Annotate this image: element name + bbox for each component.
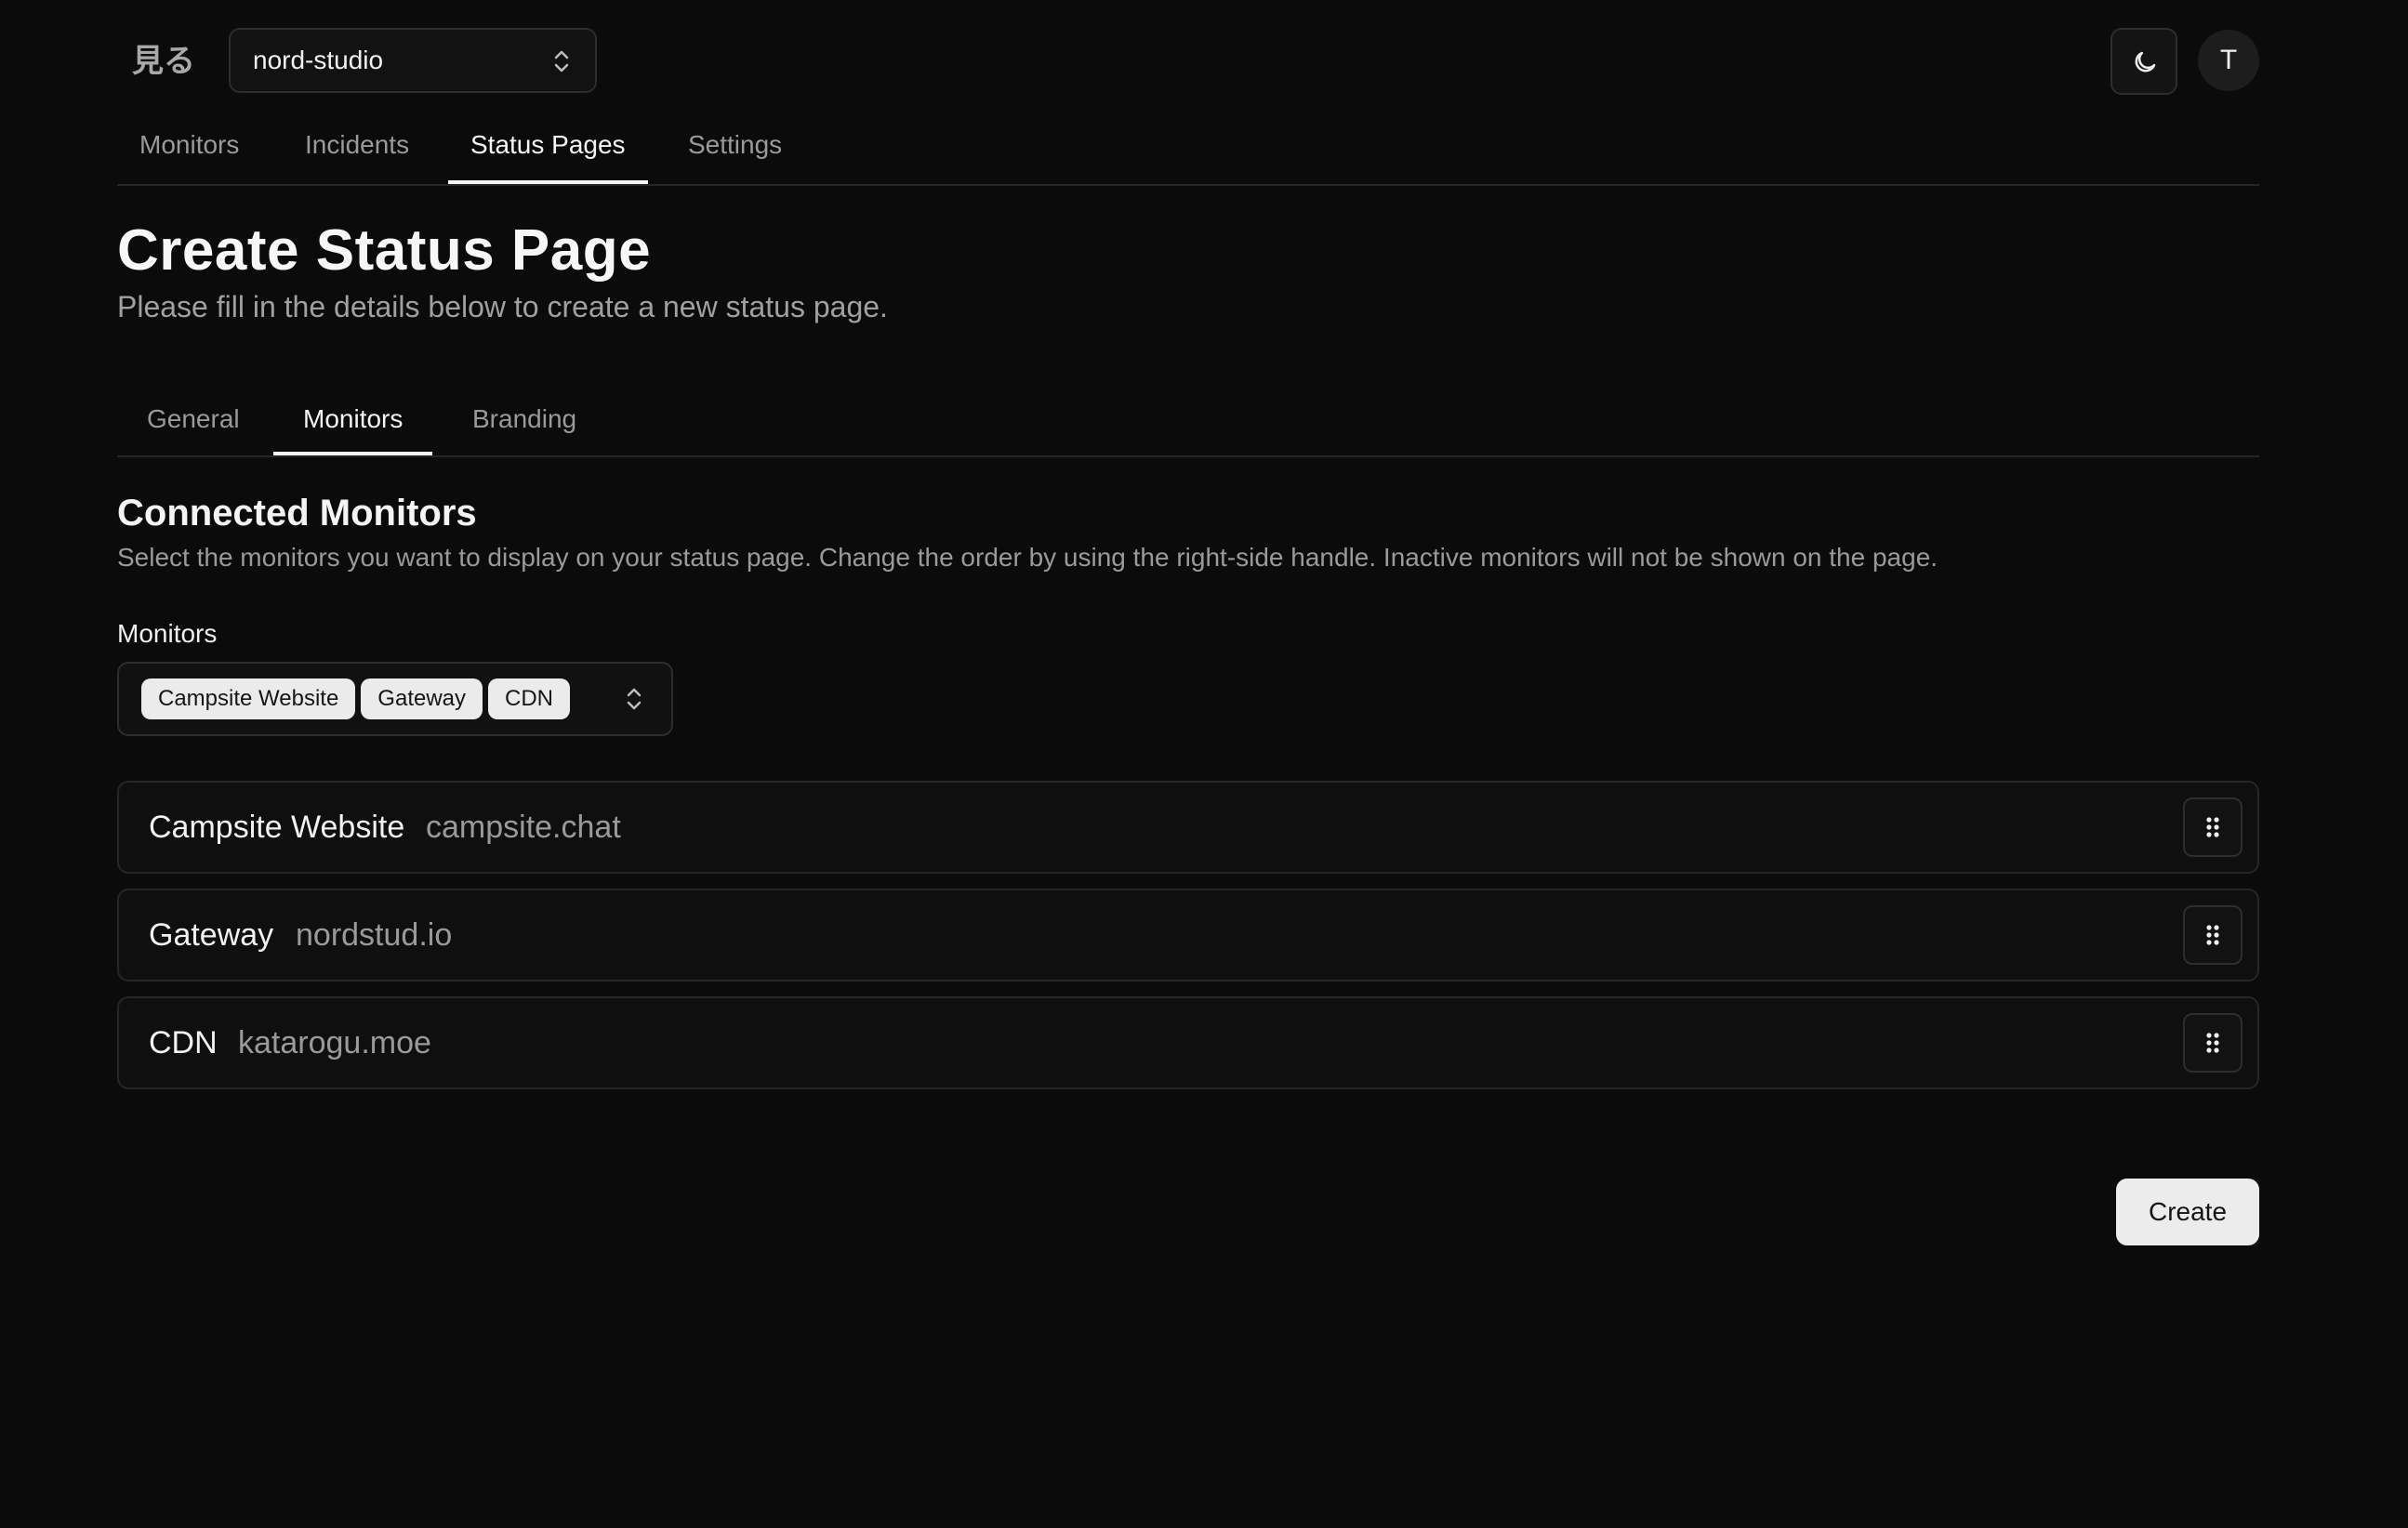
main-nav: Monitors Incidents Status Pages Settings <box>117 117 2259 186</box>
monitor-row: Gateway nordstud.io <box>117 889 2259 981</box>
avatar[interactable]: T <box>2198 30 2259 91</box>
monitor-url: campsite.chat <box>426 810 621 845</box>
workspace-select[interactable]: nord-studio <box>229 28 597 93</box>
grip-vertical-icon <box>2206 817 2219 837</box>
chevron-up-down-icon <box>554 50 569 72</box>
drag-handle[interactable] <box>2183 797 2243 857</box>
app-logo[interactable]: 見る <box>132 37 195 86</box>
monitors-field-label: Monitors <box>117 619 218 648</box>
monitor-name: Gateway <box>149 917 274 953</box>
monitor-name: Campsite Website <box>149 810 405 845</box>
section-title: Connected Monitors <box>117 493 477 533</box>
page-title: Create Status Page <box>117 218 652 283</box>
drag-handle[interactable] <box>2183 905 2243 965</box>
monitor-row: Campsite Website campsite.chat <box>117 781 2259 874</box>
tab-general[interactable]: General <box>117 389 270 455</box>
drag-handle[interactable] <box>2183 1013 2243 1073</box>
monitor-url: katarogu.moe <box>238 1025 431 1060</box>
tab-monitors[interactable]: Monitors <box>117 117 261 184</box>
create-button[interactable]: Create <box>2116 1179 2259 1245</box>
tab-status-pages[interactable]: Status Pages <box>448 117 648 184</box>
tab-incidents[interactable]: Incidents <box>283 117 431 184</box>
monitor-url: nordstud.io <box>296 917 453 953</box>
top-bar: 見る nord-studio T <box>117 28 2259 95</box>
form-tabs: General Monitors Branding <box>117 389 2259 457</box>
tab-monitors-form[interactable]: Monitors <box>273 389 433 455</box>
chevron-up-down-icon <box>627 688 642 710</box>
section-description: Select the monitors you want to display … <box>117 543 1938 572</box>
grip-vertical-icon <box>2206 925 2219 945</box>
chip-gateway[interactable]: Gateway <box>361 678 483 719</box>
grip-vertical-icon <box>2206 1033 2219 1053</box>
chip-campsite-website[interactable]: Campsite Website <box>141 678 356 719</box>
chip-cdn[interactable]: CDN <box>488 678 571 719</box>
page-subtitle: Please fill in the details below to crea… <box>117 290 888 323</box>
monitor-name: CDN <box>149 1025 218 1060</box>
selected-chips: Campsite Website Gateway CDN <box>141 678 576 719</box>
workspace-name: nord-studio <box>253 46 384 74</box>
moon-icon <box>2135 51 2156 72</box>
tab-branding[interactable]: Branding <box>443 389 606 455</box>
theme-toggle-button[interactable] <box>2110 28 2177 95</box>
monitors-multi-select[interactable]: Campsite Website Gateway CDN <box>117 662 673 736</box>
tab-settings[interactable]: Settings <box>666 117 804 184</box>
monitor-row: CDN katarogu.moe <box>117 996 2259 1089</box>
